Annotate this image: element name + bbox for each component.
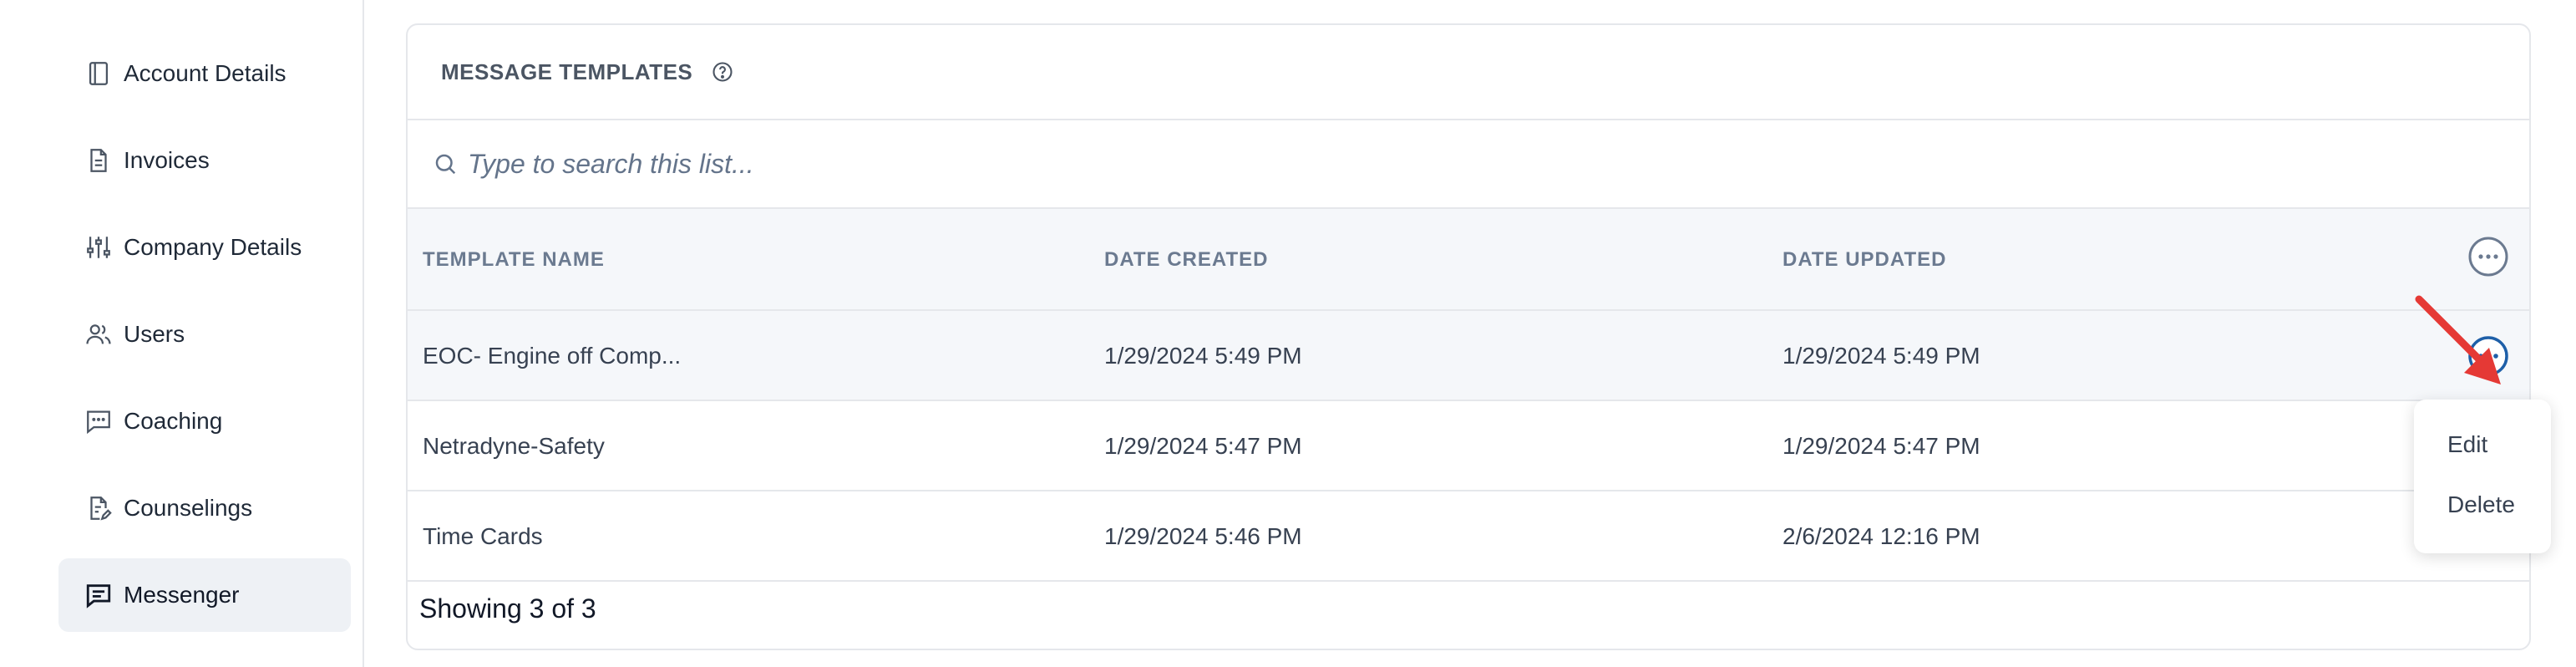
table-row[interactable]: EOC- Engine off Comp... 1/29/2024 5:49 P… bbox=[408, 311, 2529, 401]
sidebar-item-invoices[interactable]: Invoices bbox=[58, 124, 351, 197]
sidebar: Account Details Invoices Company Details… bbox=[0, 0, 364, 667]
date-created-cell: 1/29/2024 5:46 PM bbox=[1104, 523, 1302, 549]
main-content: MESSAGE TEMPLATES TEMPLATE NAME DATE CRE… bbox=[364, 0, 2576, 667]
card-title: MESSAGE TEMPLATES bbox=[441, 59, 693, 84]
sliders-icon bbox=[84, 231, 114, 264]
table-row[interactable]: Netradyne-Safety 1/29/2024 5:47 PM 1/29/… bbox=[408, 401, 2529, 491]
date-created-cell: 1/29/2024 5:49 PM bbox=[1104, 343, 1302, 369]
sidebar-item-label: Messenger bbox=[124, 582, 240, 608]
pagination-summary: Showing 3 of 3 bbox=[419, 593, 596, 624]
edit-menu-item[interactable]: Edit bbox=[2447, 431, 2487, 458]
row-actions-menu: Edit Delete bbox=[2414, 400, 2551, 553]
annotation-arrow-icon bbox=[2415, 295, 2501, 384]
template-name-cell: Time Cards bbox=[423, 523, 543, 549]
sidebar-item-coaching[interactable]: Coaching bbox=[58, 384, 351, 458]
users-icon bbox=[84, 318, 114, 351]
date-updated-cell: 2/6/2024 12:16 PM bbox=[1782, 523, 1980, 549]
message-icon bbox=[84, 578, 114, 612]
search-icon bbox=[435, 154, 456, 175]
table-row[interactable]: Time Cards 1/29/2024 5:46 PM 2/6/2024 12… bbox=[408, 491, 2529, 582]
table-header: TEMPLATE NAME DATE CREATED DATE UPDATED bbox=[408, 209, 2529, 311]
sidebar-item-label: Invoices bbox=[124, 147, 210, 173]
message-templates-card: MESSAGE TEMPLATES TEMPLATE NAME DATE CRE… bbox=[406, 23, 2551, 650]
date-updated-cell: 1/29/2024 5:47 PM bbox=[1782, 433, 1980, 459]
template-name-cell: Netradyne-Safety bbox=[423, 433, 605, 459]
chat-icon bbox=[84, 405, 114, 438]
date-created-cell: 1/29/2024 5:47 PM bbox=[1104, 433, 1302, 459]
column-header-template-name[interactable]: TEMPLATE NAME bbox=[423, 209, 605, 311]
date-updated-cell: 1/29/2024 5:49 PM bbox=[1782, 343, 1980, 369]
more-options-icon bbox=[2468, 237, 2508, 277]
sidebar-item-messenger[interactable]: Messenger bbox=[58, 558, 351, 632]
file-edit-icon bbox=[84, 491, 114, 525]
sidebar-item-label: Users bbox=[124, 321, 185, 347]
template-name-cell: EOC- Engine off Comp... bbox=[423, 343, 682, 369]
sidebar-item-account-details[interactable]: Account Details bbox=[58, 37, 351, 110]
sidebar-item-label: Account Details bbox=[124, 60, 287, 86]
sidebar-item-label: Counselings bbox=[124, 495, 253, 521]
search-row bbox=[408, 120, 2529, 209]
search-input[interactable] bbox=[468, 148, 1804, 180]
column-header-date-created[interactable]: DATE CREATED bbox=[1104, 209, 1268, 311]
sidebar-item-users[interactable]: Users bbox=[58, 298, 351, 371]
sidebar-item-label: Coaching bbox=[124, 408, 223, 434]
sidebar-panel-icon bbox=[84, 57, 114, 90]
sidebar-item-label: Company Details bbox=[124, 234, 302, 260]
header-more-options-button[interactable] bbox=[2467, 236, 2509, 277]
sidebar-item-counselings[interactable]: Counselings bbox=[58, 471, 351, 545]
card-header: MESSAGE TEMPLATES bbox=[408, 25, 2529, 120]
sidebar-item-company-details[interactable]: Company Details bbox=[58, 211, 351, 284]
document-icon bbox=[84, 144, 114, 177]
help-icon[interactable] bbox=[711, 60, 734, 84]
delete-menu-item[interactable]: Delete bbox=[2447, 491, 2515, 518]
column-header-date-updated[interactable]: DATE UPDATED bbox=[1782, 209, 1946, 311]
